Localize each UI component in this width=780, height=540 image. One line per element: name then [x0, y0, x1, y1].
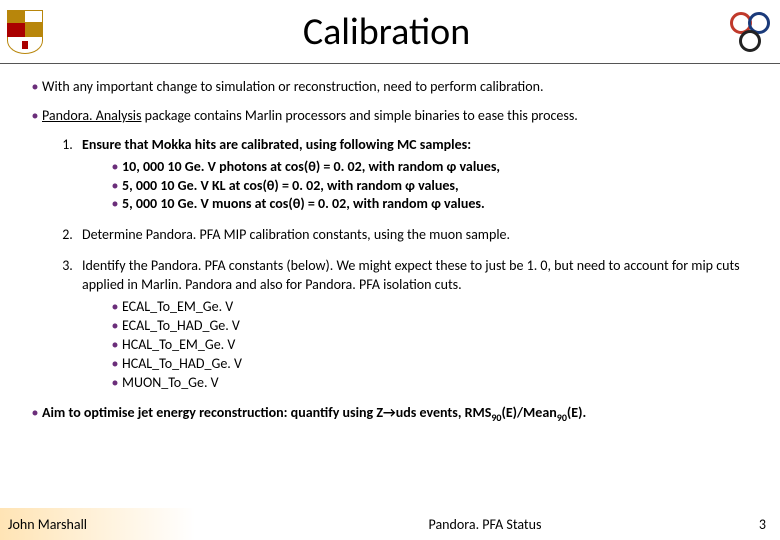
- bullet-3-text: Aim to optimise jet energy reconstructio…: [42, 404, 752, 424]
- step-1-item: 10, 000 10 Ge. V photons at cos(θ) = 0. …: [122, 158, 500, 177]
- step-1-head: Ensure that Mokka hits are calibrated, u…: [82, 136, 471, 153]
- step-3: Identify the Pandora. PFA constants (bel…: [76, 257, 752, 392]
- footer-status: Pandora. PFA Status: [250, 516, 720, 533]
- footer-page-number: 3: [720, 516, 780, 533]
- bullet-icon: •: [108, 298, 122, 317]
- footer: John Marshall Pandora. PFA Status 3: [0, 508, 780, 540]
- bullet-icon: •: [108, 336, 122, 355]
- step-3-item: ECAL_To_EM_Ge. V: [122, 298, 233, 317]
- step-3-sublist: •ECAL_To_EM_Ge. V •ECAL_To_HAD_Ge. V •HC…: [108, 298, 752, 392]
- bullet-icon: •: [28, 107, 42, 126]
- step-3-head: Identify the Pandora. PFA constants (bel…: [82, 257, 740, 293]
- step-2-text: Determine Pandora. PFA MIP calibration c…: [82, 226, 510, 243]
- bullet-1: • With any important change to simulatio…: [28, 78, 752, 97]
- cambridge-shield-icon: [7, 10, 43, 54]
- bullet-1-text: With any important change to simulation …: [42, 78, 752, 97]
- step-1-item: 5, 000 10 Ge. V muons at cos(θ) = 0. 02,…: [122, 195, 485, 214]
- bullet-icon: •: [108, 355, 122, 374]
- clc-logo-icon: [730, 12, 770, 52]
- slide: Calibration • With any important change …: [0, 0, 780, 540]
- step-1-sublist: •10, 000 10 Ge. V photons at cos(θ) = 0.…: [108, 158, 752, 215]
- bullet-icon: •: [28, 78, 42, 97]
- emph-pandora-analysis: Pandora. Analysis: [42, 107, 141, 124]
- footer-author: John Marshall: [0, 516, 250, 533]
- bullet-icon: •: [108, 195, 122, 214]
- step-3-item: HCAL_To_HAD_Ge. V: [122, 355, 242, 374]
- step-3-item: MUON_To_Ge. V: [122, 374, 219, 393]
- step-1: Ensure that Mokka hits are calibrated, u…: [76, 136, 752, 215]
- step-2: Determine Pandora. PFA MIP calibration c…: [76, 226, 752, 245]
- slide-title: Calibration: [43, 9, 730, 55]
- step-1-item: 5, 000 10 Ge. V KL at cos(θ) = 0. 02, wi…: [122, 177, 459, 196]
- bullet-icon: •: [108, 317, 122, 336]
- bullet-2: • Pandora. Analysis package contains Mar…: [28, 107, 752, 126]
- bullet-icon: •: [28, 404, 42, 424]
- title-band: Calibration: [0, 0, 780, 64]
- numbered-steps: Ensure that Mokka hits are calibrated, u…: [76, 136, 752, 393]
- bullet-icon: •: [108, 158, 122, 177]
- content-area: • With any important change to simulatio…: [0, 64, 780, 425]
- step-3-item: HCAL_To_EM_Ge. V: [122, 336, 235, 355]
- bullet-2-text: Pandora. Analysis package contains Marli…: [42, 107, 752, 126]
- bullet-icon: •: [108, 374, 122, 393]
- step-3-item: ECAL_To_HAD_Ge. V: [122, 317, 240, 336]
- bullet-icon: •: [108, 177, 122, 196]
- bullet-3: • Aim to optimise jet energy reconstruct…: [28, 404, 752, 424]
